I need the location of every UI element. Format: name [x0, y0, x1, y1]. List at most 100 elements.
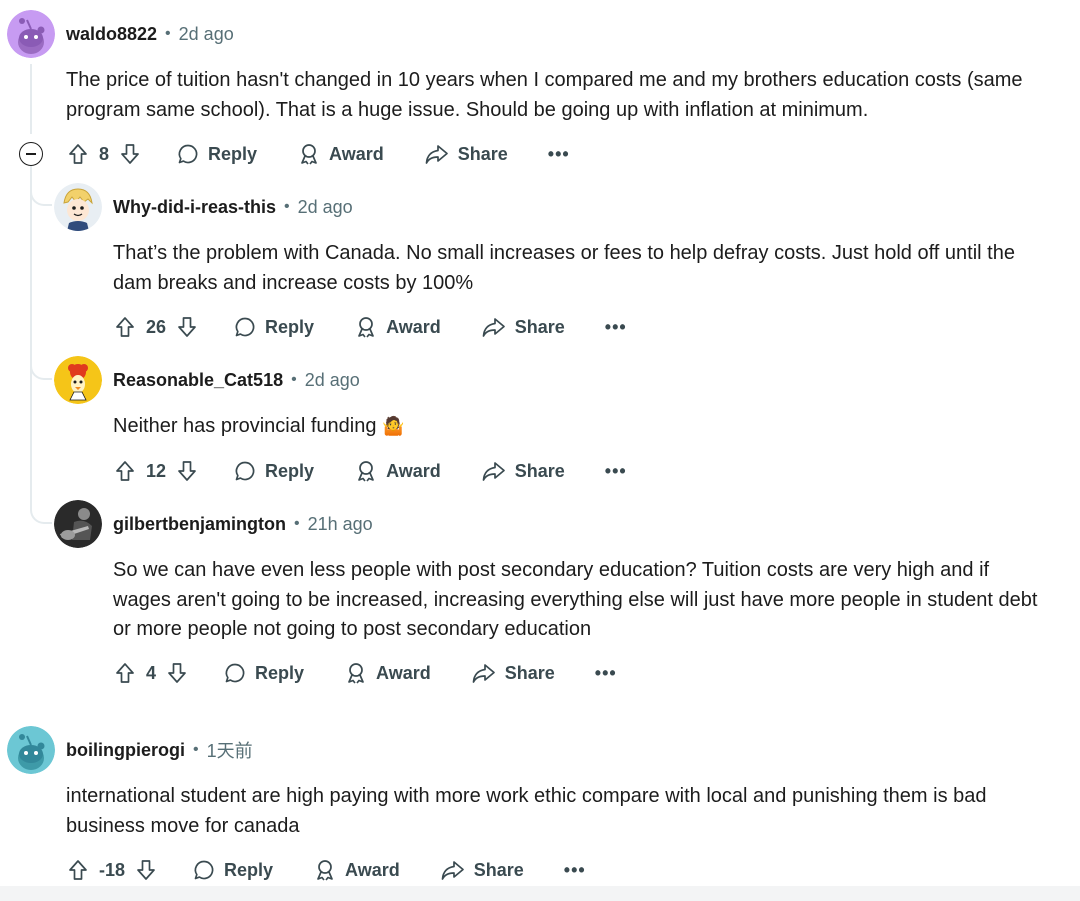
timestamp[interactable]: 1天前: [207, 737, 253, 763]
reply-icon: [225, 663, 245, 683]
award-label: Award: [386, 316, 441, 337]
thread-line-main: [30, 64, 32, 134]
downvote-icon[interactable]: [175, 459, 199, 483]
share-label: Share: [514, 316, 565, 337]
award-button[interactable]: Award: [354, 315, 441, 339]
upvote-icon[interactable]: [66, 142, 90, 166]
award-icon: [317, 860, 333, 881]
share-button[interactable]: Share: [481, 315, 565, 339]
downvote-icon[interactable]: [118, 142, 142, 166]
username[interactable]: waldo8822: [66, 24, 157, 45]
comment-actions: 12 Reply Award Share •••: [113, 453, 627, 489]
upvote-icon[interactable]: [66, 858, 90, 882]
thread-line-replies: [30, 166, 32, 510]
downvote-icon[interactable]: [175, 315, 199, 339]
separator-dot: •: [165, 25, 171, 42]
reply-button[interactable]: Reply: [192, 858, 273, 882]
avatar[interactable]: [54, 356, 102, 404]
reply-icon: [178, 144, 198, 164]
shrug-emoji: 🤷: [382, 416, 405, 436]
reply-button[interactable]: Reply: [233, 459, 314, 483]
timestamp[interactable]: 21h ago: [308, 514, 373, 535]
timestamp[interactable]: 2d ago: [179, 24, 234, 45]
avatar[interactable]: [7, 726, 55, 774]
share-icon: [425, 145, 448, 164]
upvote-icon[interactable]: [113, 315, 137, 339]
award-button[interactable]: Award: [313, 858, 400, 882]
character-avatar-icon: [54, 183, 102, 231]
award-label: Award: [386, 460, 441, 481]
reply-label: Reply: [255, 662, 305, 683]
share-label: Share: [504, 662, 555, 683]
share-icon: [441, 861, 464, 880]
rooster-avatar-icon: [54, 356, 102, 404]
share-label: Share: [457, 143, 508, 164]
vote-count: 26: [146, 316, 167, 337]
share-button[interactable]: Share: [471, 661, 555, 685]
avatar[interactable]: [7, 10, 55, 58]
timestamp[interactable]: 2d ago: [305, 370, 360, 391]
more-options-button[interactable]: •••: [595, 663, 617, 684]
vote-group: 4: [113, 661, 189, 685]
share-button[interactable]: Share: [481, 459, 565, 483]
vote-group: -18: [66, 858, 158, 882]
award-button[interactable]: Award: [344, 661, 431, 685]
avatar[interactable]: [54, 500, 102, 548]
vote-count: 12: [146, 460, 167, 481]
more-options-button[interactable]: •••: [605, 317, 627, 338]
award-button[interactable]: Award: [297, 142, 384, 166]
comment-meta: Why-did-i-reas-this • 2d ago: [113, 193, 353, 221]
downvote-icon[interactable]: [134, 858, 158, 882]
comment-body: Neither has provincial funding: [113, 415, 377, 437]
separator-dot: •: [284, 198, 290, 215]
reply-button[interactable]: Reply: [233, 315, 314, 339]
vote-group: 8: [66, 142, 142, 166]
username[interactable]: Reasonable_Cat518: [113, 370, 283, 391]
award-label: Award: [329, 143, 384, 164]
collapse-thread-button[interactable]: [19, 142, 43, 166]
comment-body: The price of tuition hasn't changed in 1…: [66, 69, 1023, 121]
bottom-edge: [0, 886, 1080, 901]
comment-actions: -18 Reply Award Share •••: [66, 852, 586, 888]
award-icon: [348, 663, 364, 684]
award-button[interactable]: Award: [354, 459, 441, 483]
comment-meta: gilbertbenjamington • 21h ago: [113, 510, 373, 538]
minus-icon: [26, 153, 36, 155]
separator-dot: •: [193, 741, 199, 758]
share-label: Share: [473, 859, 524, 880]
username[interactable]: boilingpierogi: [66, 740, 185, 761]
reply-label: Reply: [208, 143, 258, 164]
timestamp[interactable]: 2d ago: [298, 197, 353, 218]
reply-icon: [194, 860, 214, 880]
award-icon: [358, 317, 374, 338]
avatar[interactable]: [54, 183, 102, 231]
username[interactable]: gilbertbenjamington: [113, 514, 286, 535]
separator-dot: •: [294, 515, 300, 532]
snoo-avatar-icon: [7, 726, 55, 774]
share-button[interactable]: Share: [424, 142, 508, 166]
share-icon: [472, 664, 495, 683]
more-options-button[interactable]: •••: [548, 144, 570, 165]
upvote-icon[interactable]: [113, 661, 137, 685]
reply-icon: [235, 317, 255, 337]
thread-curve-2: [30, 340, 52, 380]
vote-count: 8: [99, 143, 110, 164]
more-options-button[interactable]: •••: [605, 461, 627, 482]
downvote-icon[interactable]: [165, 661, 189, 685]
share-button[interactable]: Share: [440, 858, 524, 882]
thread-curve-1: [30, 166, 52, 206]
more-options-button[interactable]: •••: [564, 860, 586, 881]
award-label: Award: [345, 859, 400, 880]
comment-body: international student are high paying wi…: [66, 785, 987, 837]
share-icon: [482, 318, 505, 337]
vote-count: -18: [99, 859, 126, 880]
comment-meta: waldo8822 • 2d ago: [66, 20, 234, 48]
username[interactable]: Why-did-i-reas-this: [113, 197, 276, 218]
upvote-icon[interactable]: [113, 459, 137, 483]
thread-curve-3: [30, 484, 52, 524]
reply-button[interactable]: Reply: [223, 661, 304, 685]
reply-label: Reply: [224, 859, 274, 880]
reply-button[interactable]: Reply: [176, 142, 257, 166]
award-icon: [301, 144, 317, 165]
comment-actions: 26 Reply Award Share •••: [113, 309, 627, 345]
